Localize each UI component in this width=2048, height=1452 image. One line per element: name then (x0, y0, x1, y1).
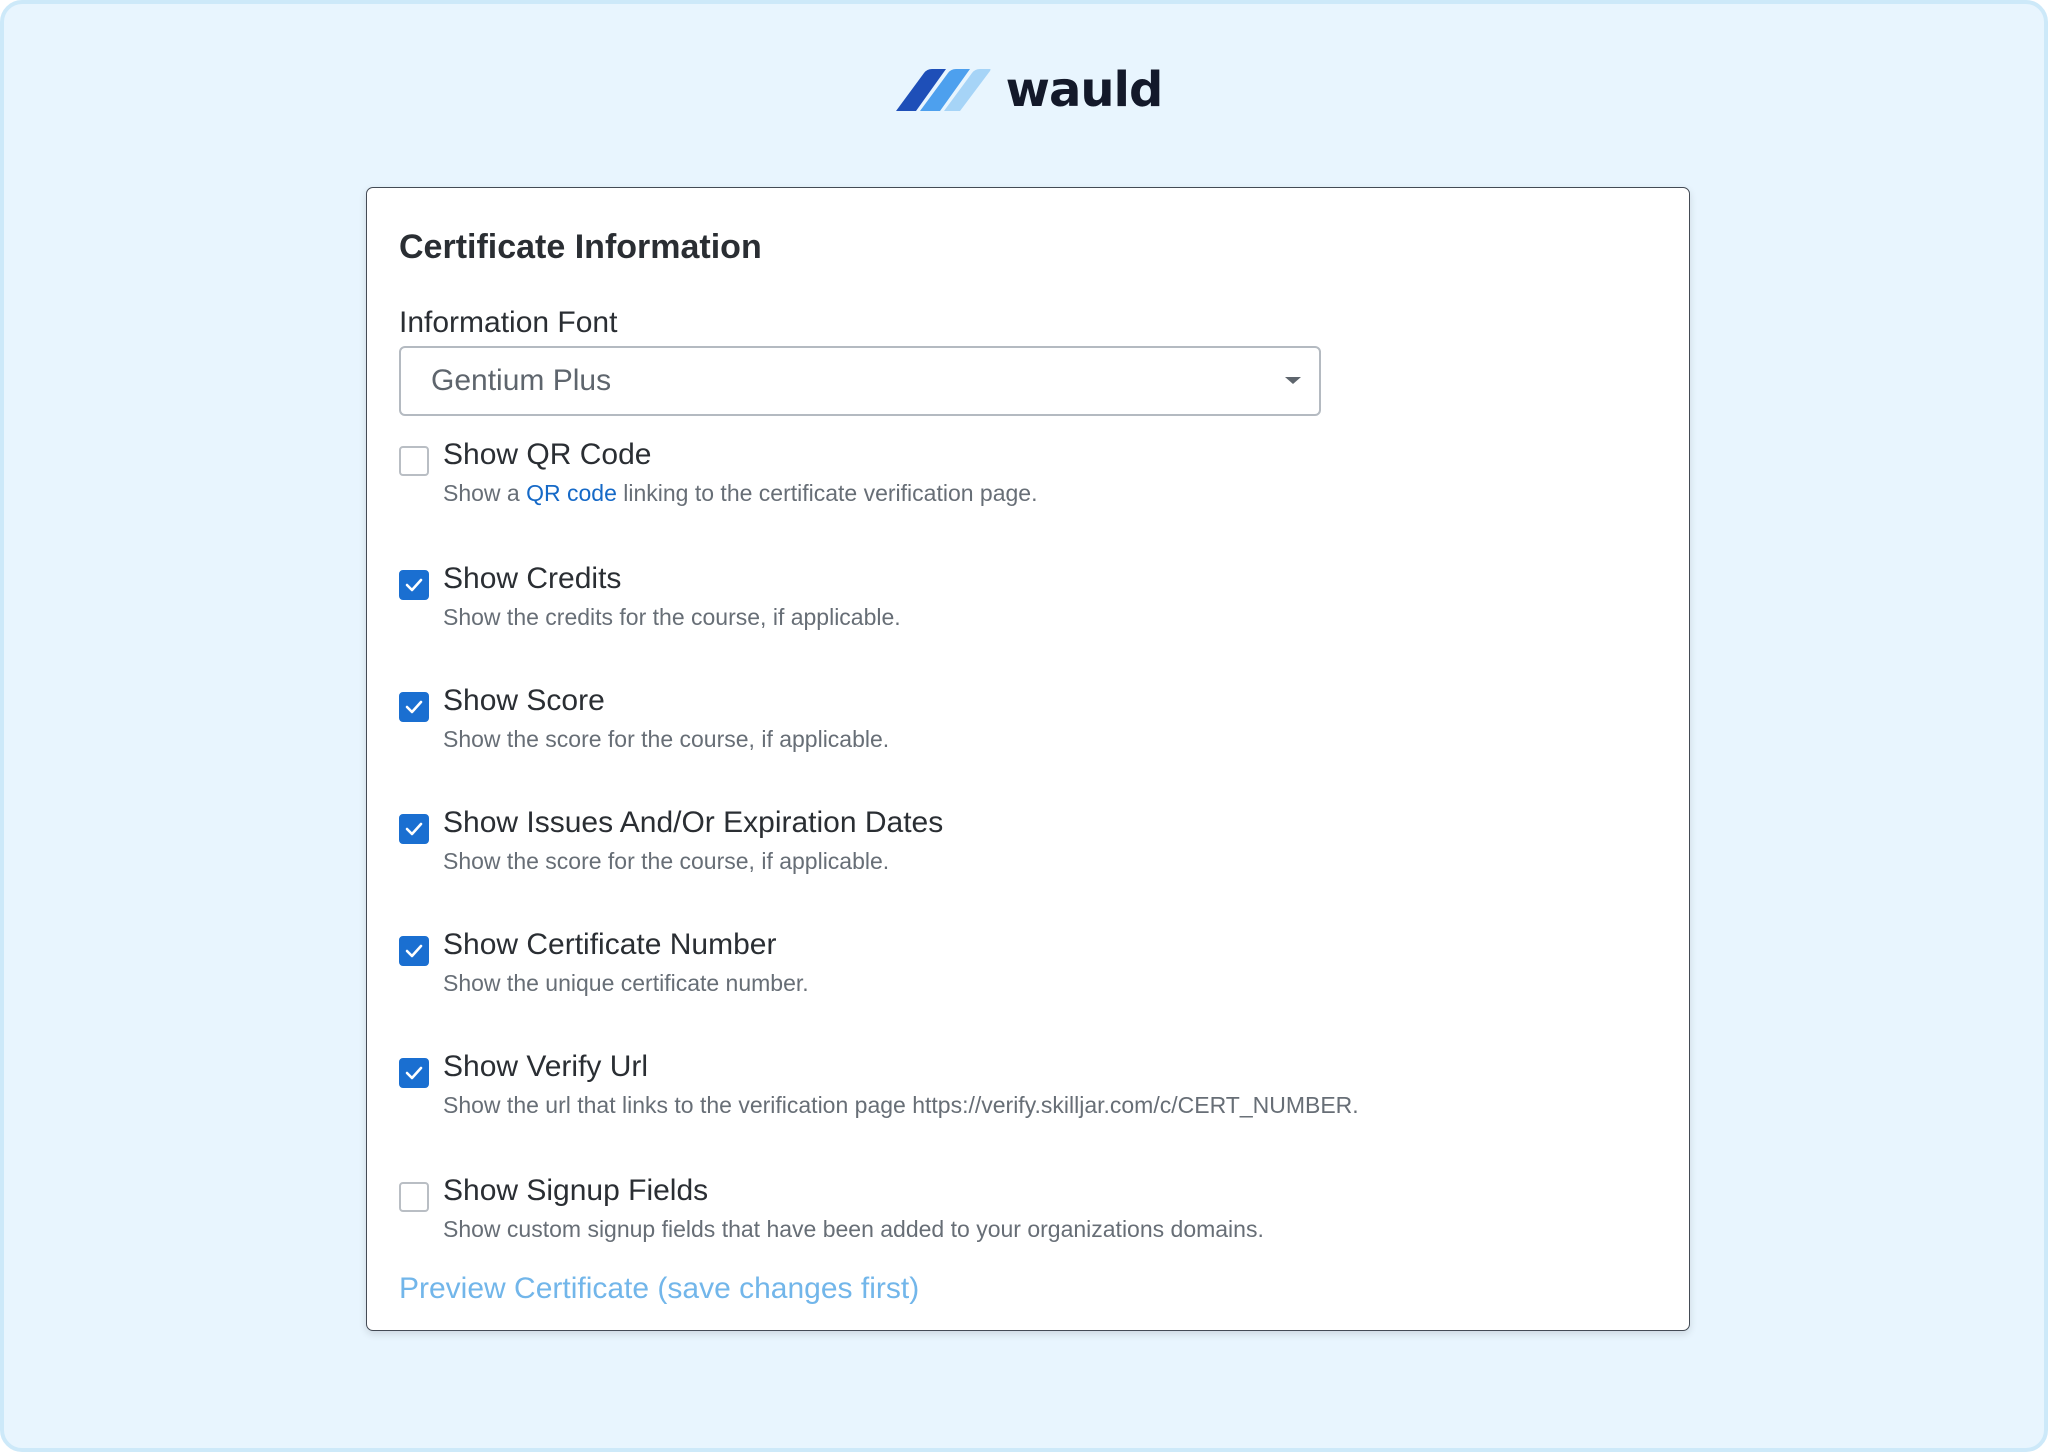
description-text: Show a (443, 480, 527, 506)
checkbox-show-signup-fields[interactable] (399, 1182, 429, 1212)
preview-certificate-link[interactable]: Preview Certificate (save changes first) (399, 1272, 919, 1306)
checkbox-show-issue-expiration-dates[interactable] (399, 814, 429, 844)
option-title: Show Score (443, 684, 605, 717)
certificate-information-panel: Certificate Information Information Font… (366, 187, 1690, 1331)
checkbox-show-score[interactable] (399, 692, 429, 722)
information-font-label: Information Font (399, 306, 618, 339)
checkbox-show-qr-code[interactable] (399, 446, 429, 476)
checkmark-icon (405, 822, 423, 836)
wauld-logo-icon (895, 69, 991, 111)
checkmark-icon (405, 1066, 423, 1080)
chevron-down-icon (1285, 377, 1301, 384)
information-font-value: Gentium Plus (431, 364, 612, 397)
checkmark-icon (405, 944, 423, 958)
option-description: Show the url that links to the verificat… (443, 1092, 1359, 1118)
option-title: Show QR Code (443, 438, 652, 471)
qr-code-link[interactable]: QR code (526, 480, 617, 506)
option-title: Show Certificate Number (443, 928, 777, 961)
option-description: Show the score for the course, if applic… (443, 848, 890, 874)
description-text: linking to the certificate verification … (616, 480, 1038, 506)
option-description: Show custom signup fields that have been… (443, 1216, 1264, 1242)
checkmark-icon (405, 578, 423, 592)
page-background: wauld Certificate Information Informatio… (0, 0, 2048, 1452)
option-description: Show the score for the course, if applic… (443, 726, 890, 752)
option-description: Show the unique certificate number. (443, 970, 809, 996)
option-description: Show a QR code linking to the certificat… (443, 480, 1038, 507)
panel-title: Certificate Information (399, 228, 762, 266)
option-title: Show Issues And/Or Expiration Dates (443, 806, 944, 839)
option-description: Show the credits for the course, if appl… (443, 604, 901, 630)
option-title: Show Credits (443, 562, 622, 595)
checkbox-show-certificate-number[interactable] (399, 936, 429, 966)
checkbox-show-verify-url[interactable] (399, 1058, 429, 1088)
brand-logo: wauld (4, 62, 2048, 118)
information-font-select[interactable]: Gentium Plus (399, 346, 1321, 416)
checkmark-icon (405, 700, 423, 714)
checkbox-show-credits[interactable] (399, 570, 429, 600)
brand-name: wauld (1005, 62, 1164, 118)
option-title: Show Verify Url (443, 1050, 649, 1083)
option-title: Show Signup Fields (443, 1174, 709, 1207)
